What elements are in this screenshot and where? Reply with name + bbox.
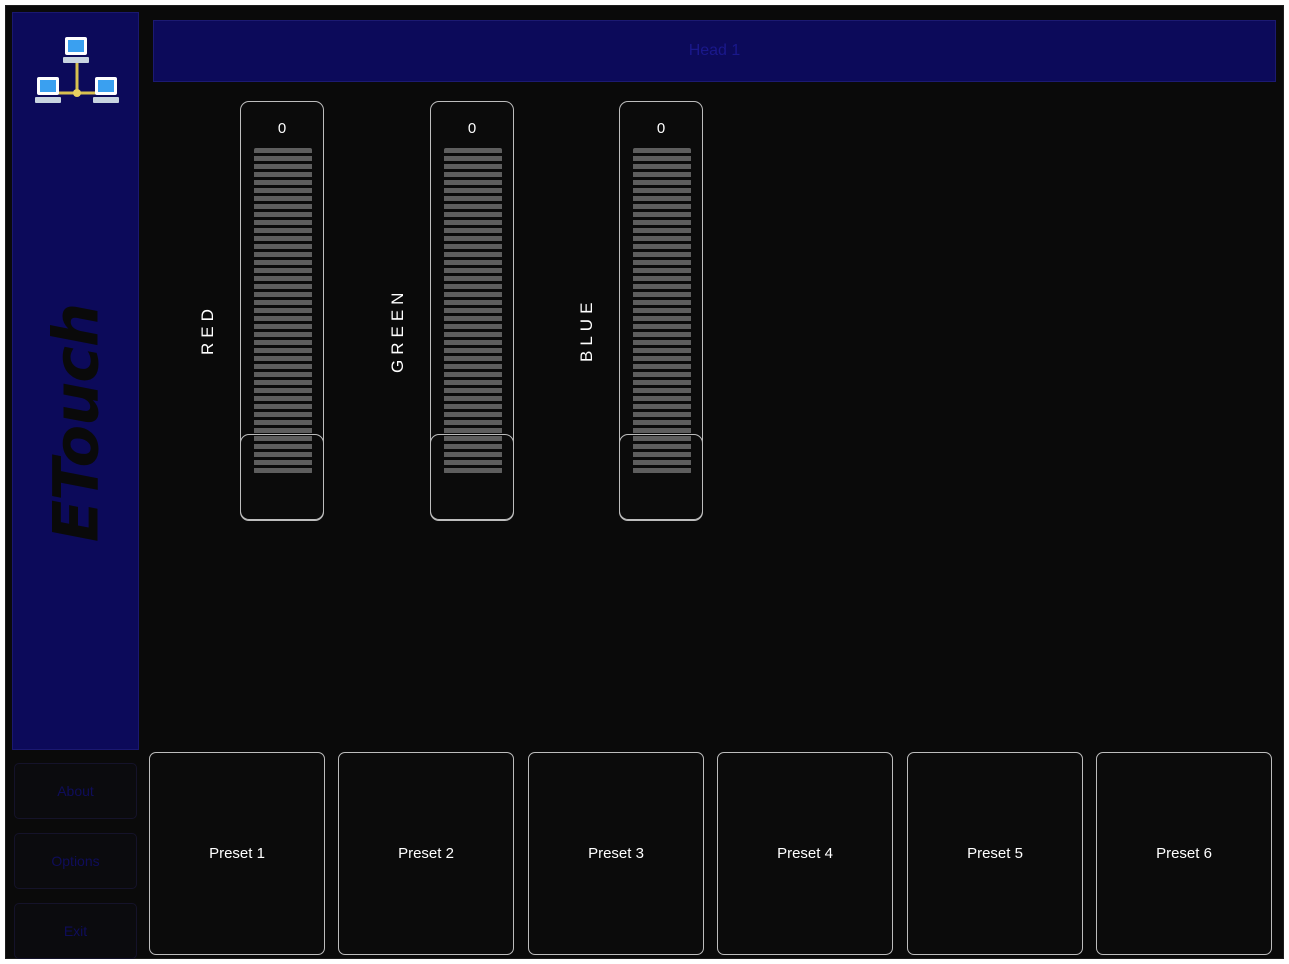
fader-label-green: GREEN: [388, 287, 407, 373]
fader-knob-green[interactable]: [430, 434, 514, 520]
fader-label-red: RED: [198, 304, 217, 356]
network-computers-icon: [35, 37, 119, 103]
exit-button[interactable]: Exit: [14, 903, 137, 959]
about-button[interactable]: About: [14, 763, 137, 819]
preset-1-button[interactable]: Preset 1: [149, 752, 325, 955]
options-button[interactable]: Options: [14, 833, 137, 889]
sidebar: ETouch: [12, 12, 139, 750]
preset-2-button[interactable]: Preset 2: [338, 752, 514, 955]
fader-track: [444, 148, 502, 474]
fader-value-red: 0: [277, 120, 287, 137]
fader-track: [254, 148, 312, 474]
fader-blue[interactable]: 0: [619, 101, 703, 521]
fader-track: [633, 148, 691, 474]
fader-red[interactable]: 0: [240, 101, 324, 521]
fader-label-blue: BLUE: [577, 297, 596, 363]
fader-knob-blue[interactable]: [619, 434, 703, 520]
fader-green[interactable]: 0: [430, 101, 514, 521]
page-title: Head 1: [153, 20, 1276, 82]
fader-knob-red[interactable]: [240, 434, 324, 520]
preset-6-button[interactable]: Preset 6: [1096, 752, 1272, 955]
fader-value-green: 0: [467, 120, 477, 137]
brand-logo-text: ETouch: [39, 303, 113, 543]
preset-4-button[interactable]: Preset 4: [717, 752, 893, 955]
fader-value-blue: 0: [656, 120, 666, 137]
preset-5-button[interactable]: Preset 5: [907, 752, 1083, 955]
preset-3-button[interactable]: Preset 3: [528, 752, 704, 955]
